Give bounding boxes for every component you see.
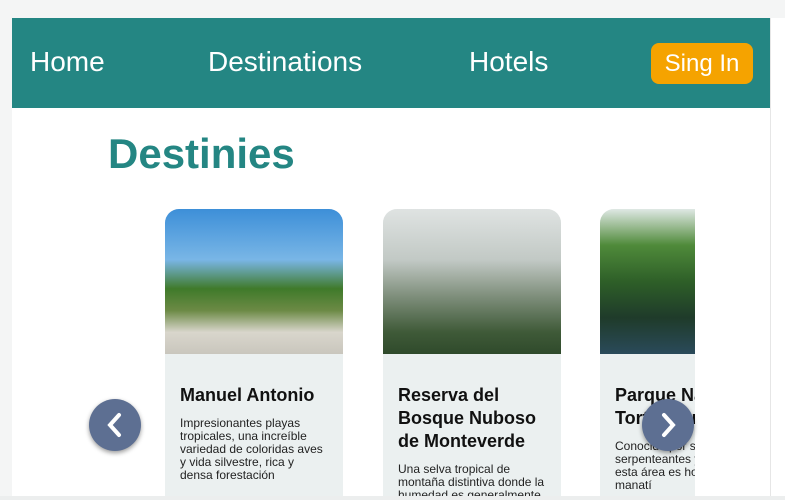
river-image (600, 209, 695, 354)
nav-home[interactable]: Home (30, 46, 105, 78)
chevron-right-icon (662, 413, 676, 437)
carousel-prev-button[interactable] (89, 399, 141, 451)
destination-card[interactable]: Parque Nacional Tortuguero Conocido por … (600, 209, 695, 500)
card-description: Una selva tropical de montaña distintiva… (398, 462, 545, 500)
page-edge (770, 18, 785, 500)
nav-destinations[interactable]: Destinations (208, 46, 362, 78)
carousel-next-button[interactable] (642, 399, 694, 451)
sign-in-button[interactable]: Sing In (651, 43, 753, 84)
cloud-forest-image (383, 209, 561, 354)
carousel: Manuel Antonio Impresionantes playas tro… (165, 209, 695, 500)
bottom-edge (0, 496, 785, 500)
destination-card[interactable]: Manuel Antonio Impresionantes playas tro… (165, 209, 343, 500)
navbar: Home Destinations Hotels Sing In (12, 18, 770, 108)
card-description: Impresionantes playas tropicales, una in… (180, 416, 323, 482)
card-title: Manuel Antonio (180, 385, 315, 405)
card-title: Reserva del Bosque Nuboso de Monteverde (398, 385, 536, 451)
chevron-left-icon (107, 413, 121, 437)
destination-card[interactable]: Reserva del Bosque Nuboso de Monteverde … (383, 209, 561, 500)
nav-hotels[interactable]: Hotels (469, 46, 548, 78)
beach-image (165, 209, 343, 354)
page-title: Destinies (108, 130, 295, 177)
